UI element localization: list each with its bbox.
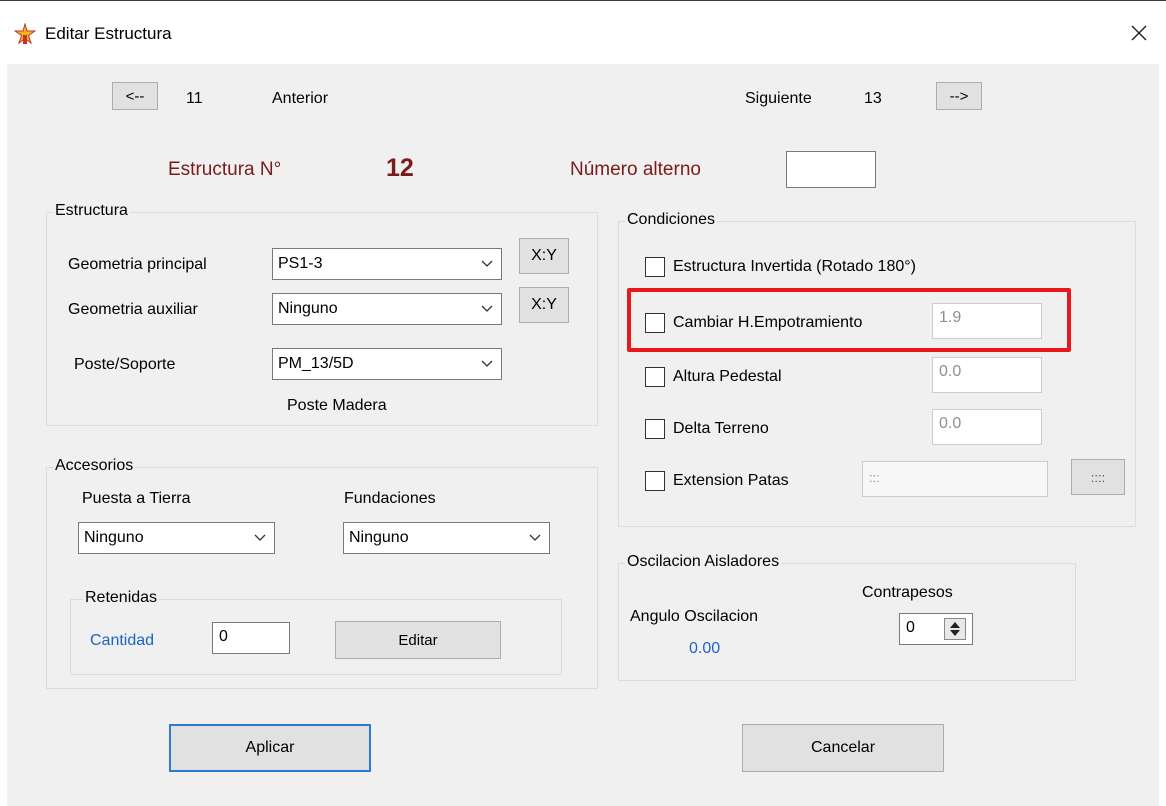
- extension-patas-button[interactable]: ::::: [1071, 459, 1125, 495]
- chevron-down-icon: [529, 534, 541, 541]
- prev-label: Anterior: [272, 90, 329, 107]
- alt-number-label: Número alterno: [570, 159, 701, 180]
- condiciones-legend: Condiciones: [625, 211, 718, 229]
- editar-button[interactable]: Editar: [335, 621, 501, 659]
- chevron-down-icon: [254, 534, 266, 541]
- poste-description: Poste Madera: [287, 397, 387, 414]
- pedestal-input[interactable]: 0.0: [932, 357, 1042, 393]
- geom-auxiliar-select[interactable]: Ninguno: [272, 293, 502, 325]
- alt-number-input[interactable]: [786, 151, 876, 188]
- pedestal-checkbox[interactable]: [645, 367, 665, 387]
- next-number: 13: [864, 90, 882, 107]
- geom-principal-label: Geometria principal: [68, 256, 207, 273]
- spinner-buttons[interactable]: [944, 618, 966, 640]
- cancelar-button[interactable]: Cancelar: [742, 724, 944, 772]
- empotramiento-input[interactable]: 1.9: [932, 303, 1042, 339]
- puesta-tierra-label: Puesta a Tierra: [82, 490, 191, 507]
- aplicar-button[interactable]: Aplicar: [169, 724, 371, 772]
- delta-terreno-input[interactable]: 0.0: [932, 409, 1042, 445]
- close-icon[interactable]: [1131, 25, 1147, 41]
- delta-terreno-checkbox[interactable]: [645, 419, 665, 439]
- fundaciones-label: Fundaciones: [344, 490, 436, 507]
- next-label: Siguiente: [745, 90, 812, 107]
- extension-patas-label: Extension Patas: [673, 472, 789, 489]
- accesorios-legend: Accesorios: [53, 457, 136, 475]
- oscilacion-legend: Oscilacion Aisladores: [625, 553, 782, 571]
- contrapesos-spinner[interactable]: 0: [899, 613, 973, 645]
- angulo-value: 0.00: [689, 640, 721, 657]
- extension-patas-checkbox[interactable]: [645, 471, 665, 491]
- invertida-checkbox[interactable]: [645, 257, 665, 277]
- structure-number-label: Estructura N°: [168, 159, 282, 180]
- chevron-down-icon: [481, 305, 493, 312]
- geom-principal-xy-button[interactable]: X:Y: [519, 238, 569, 274]
- cantidad-label: Cantidad: [90, 632, 155, 649]
- geom-auxiliar-xy-button[interactable]: X:Y: [519, 287, 569, 323]
- app-icon: [14, 23, 36, 45]
- poste-select[interactable]: PM_13/5D: [272, 348, 502, 380]
- retenidas-legend: Retenidas: [83, 589, 160, 607]
- fundaciones-select[interactable]: Ninguno: [343, 522, 550, 554]
- spinner-arrows-icon: [950, 622, 960, 636]
- extension-patas-input[interactable]: :::: [862, 461, 1048, 497]
- prev-number: 11: [186, 90, 203, 107]
- puesta-tierra-select[interactable]: Ninguno: [78, 522, 275, 554]
- poste-label: Poste/Soporte: [74, 356, 176, 373]
- angulo-label: Angulo Oscilacion: [630, 608, 759, 625]
- pedestal-label: Altura Pedestal: [673, 368, 782, 385]
- window-title: Editar Estructura: [45, 24, 172, 43]
- geom-principal-select[interactable]: PS1-3: [272, 248, 502, 280]
- estructura-legend: Estructura: [53, 202, 130, 220]
- dialog-window: Editar Estructura <-- 11 Anterior Siguie…: [0, 0, 1166, 806]
- chevron-down-icon: [481, 260, 493, 267]
- delta-terreno-label: Delta Terreno: [673, 420, 769, 437]
- empotramiento-checkbox[interactable]: [645, 313, 665, 333]
- structure-number-value: 12: [386, 154, 414, 182]
- next-button[interactable]: -->: [936, 82, 982, 110]
- title-bar: Editar Estructura: [0, 0, 1166, 65]
- invertida-label: Estructura Invertida (Rotado 180°): [673, 258, 916, 275]
- chevron-down-icon: [481, 360, 493, 367]
- prev-button[interactable]: <--: [112, 82, 158, 110]
- empotramiento-label: Cambiar H.Empotramiento: [673, 314, 863, 331]
- geom-auxiliar-label: Geometria auxiliar: [68, 301, 198, 318]
- cantidad-input[interactable]: 0: [212, 622, 290, 654]
- contrapesos-label: Contrapesos: [862, 584, 953, 601]
